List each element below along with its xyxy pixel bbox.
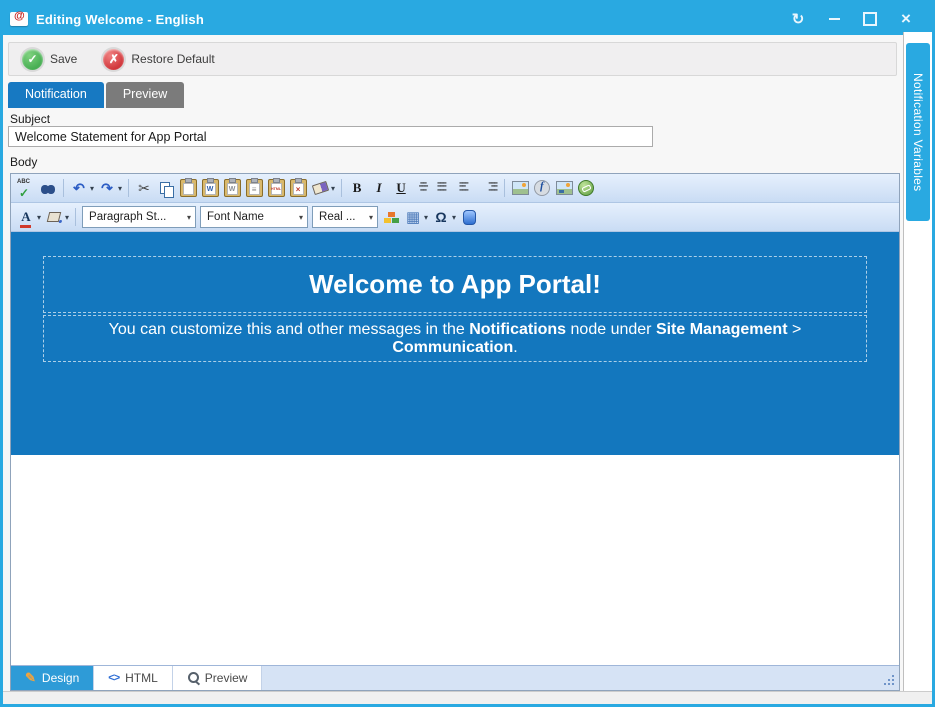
window-title: Editing Welcome - English — [36, 12, 204, 27]
font-name-combo[interactable]: Font Name▾ — [200, 206, 308, 228]
tab-notification[interactable]: Notification — [8, 82, 104, 108]
module-manager-icon[interactable] — [380, 206, 402, 228]
tab-preview[interactable]: Preview — [106, 82, 184, 108]
copy-icon[interactable] — [155, 177, 177, 199]
banner-message: You can customize this and other message… — [44, 321, 866, 357]
titlebar: Editing Welcome - English ↻ × — [3, 3, 932, 35]
separator — [128, 179, 129, 197]
close-button[interactable]: × — [894, 8, 918, 30]
paste-html-icon[interactable] — [265, 177, 287, 199]
rich-text-editor: ↶▾ ↷▾ ✂ ▾ B I U ━━ ━━━ ━━ ━━━ ━━━ ━━━ ━━… — [10, 173, 900, 691]
undo-icon[interactable]: ↶ — [68, 177, 90, 199]
notification-variables-tab[interactable]: Notification Variables — [906, 43, 930, 221]
window-bottom-strip — [3, 691, 932, 704]
subject-input[interactable] — [8, 126, 653, 147]
app-logo-icon — [10, 12, 28, 26]
minimize-icon — [829, 18, 840, 20]
format-stripper-dropdown-icon[interactable]: ▾ — [331, 184, 335, 193]
format-stripper-icon[interactable] — [309, 177, 331, 199]
separator — [63, 179, 64, 197]
redo-icon[interactable]: ↷ — [96, 177, 118, 199]
paste-options-icon[interactable] — [287, 177, 309, 199]
subject-label: Subject — [10, 112, 50, 126]
code-brackets-icon: <> — [108, 672, 119, 684]
dialog-window: Editing Welcome - English ↻ × ✓ Save ✗ R… — [0, 0, 935, 707]
maximize-button[interactable] — [858, 8, 882, 30]
close-icon: × — [901, 14, 911, 24]
align-right-icon[interactable]: ━━━ ━━ ━━━ — [478, 177, 500, 199]
chevron-down-icon: ▾ — [181, 213, 191, 222]
restore-default-button[interactable]: ✗ Restore Default — [103, 49, 214, 70]
editor-toolbar-row2: A▾ ▾ Paragraph St...▾ Font Name▾ Real ..… — [11, 203, 899, 232]
pencil-icon: ✎ — [25, 670, 36, 686]
separator — [341, 179, 342, 197]
spellcheck-icon[interactable] — [15, 177, 37, 199]
separator — [504, 179, 505, 197]
paragraph-style-combo[interactable]: Paragraph St...▾ — [82, 206, 196, 228]
insert-symbol-dropdown-icon[interactable]: ▾ — [452, 213, 456, 222]
restore-x-icon: ✗ — [103, 49, 124, 70]
paste-from-word-icon[interactable] — [199, 177, 221, 199]
bold-icon[interactable]: B — [346, 177, 368, 199]
redo-dropdown-icon[interactable]: ▾ — [118, 184, 122, 193]
insert-table-dropdown-icon[interactable]: ▾ — [424, 213, 428, 222]
editor-mode-tabs: ✎ Design <> HTML Preview — [11, 665, 899, 690]
resize-grip[interactable] — [884, 674, 896, 686]
tab-editor-preview[interactable]: Preview — [173, 666, 263, 690]
minimize-button[interactable] — [822, 8, 846, 30]
chevron-down-icon: ▾ — [293, 213, 303, 222]
foreground-color-dropdown-icon[interactable]: ▾ — [37, 213, 41, 222]
body-label: Body — [10, 155, 37, 169]
underline-icon[interactable]: U — [390, 177, 412, 199]
foreground-color-icon[interactable]: A — [15, 206, 37, 228]
message-edit-region[interactable]: You can customize this and other message… — [43, 315, 867, 362]
background-color-icon[interactable] — [43, 206, 65, 228]
media-manager-icon[interactable] — [531, 177, 553, 199]
restore-default-label: Restore Default — [131, 52, 214, 66]
insert-symbol-icon[interactable]: Ω — [430, 206, 452, 228]
image-map-icon[interactable] — [553, 177, 575, 199]
tab-design[interactable]: ✎ Design — [11, 666, 94, 690]
find-icon[interactable] — [37, 177, 59, 199]
align-center-icon[interactable]: ━━ ━━━ ━━ — [412, 177, 434, 199]
save-button[interactable]: ✓ Save — [22, 49, 77, 70]
background-color-dropdown-icon[interactable]: ▾ — [65, 213, 69, 222]
refresh-button[interactable]: ↻ — [786, 8, 810, 30]
cut-icon[interactable]: ✂ — [133, 177, 155, 199]
font-size-combo[interactable]: Real ...▾ — [312, 206, 378, 228]
italic-icon[interactable]: I — [368, 177, 390, 199]
justify-icon[interactable]: ━━━ ━━━ ━━━ — [434, 177, 456, 199]
separator — [75, 208, 76, 226]
editor-toolbar-row1: ↶▾ ↷▾ ✂ ▾ B I U ━━ ━━━ ━━ ━━━ ━━━ ━━━ ━━… — [11, 174, 899, 203]
tab-html[interactable]: <> HTML — [94, 666, 173, 690]
template-manager-icon[interactable] — [458, 206, 480, 228]
undo-dropdown-icon[interactable]: ▾ — [90, 184, 94, 193]
main-tabs: Notification Preview — [8, 82, 184, 108]
save-button-label: Save — [50, 52, 77, 66]
maximize-icon — [863, 12, 877, 26]
refresh-icon: ↻ — [792, 10, 805, 28]
chevron-down-icon: ▾ — [363, 213, 373, 222]
link-manager-icon[interactable] — [575, 177, 597, 199]
email-banner: Welcome to App Portal! You can customize… — [11, 232, 899, 455]
align-left-icon[interactable]: ━━━ ━━ ━━━ — [456, 177, 478, 199]
action-toolbar: ✓ Save ✗ Restore Default — [8, 42, 897, 76]
editor-canvas[interactable]: Welcome to App Portal! You can customize… — [11, 232, 899, 665]
image-manager-icon[interactable] — [509, 177, 531, 199]
paste-plain-text-icon[interactable] — [243, 177, 265, 199]
magnifier-icon — [187, 672, 199, 684]
paste-icon[interactable] — [177, 177, 199, 199]
side-panel: Notification Variables — [903, 32, 932, 691]
save-check-icon: ✓ — [22, 49, 43, 70]
heading-edit-region[interactable]: Welcome to App Portal! — [43, 256, 867, 313]
paste-from-word-clean-icon[interactable] — [221, 177, 243, 199]
insert-table-icon[interactable]: ▦ — [402, 206, 424, 228]
banner-heading: Welcome to App Portal! — [309, 269, 601, 300]
